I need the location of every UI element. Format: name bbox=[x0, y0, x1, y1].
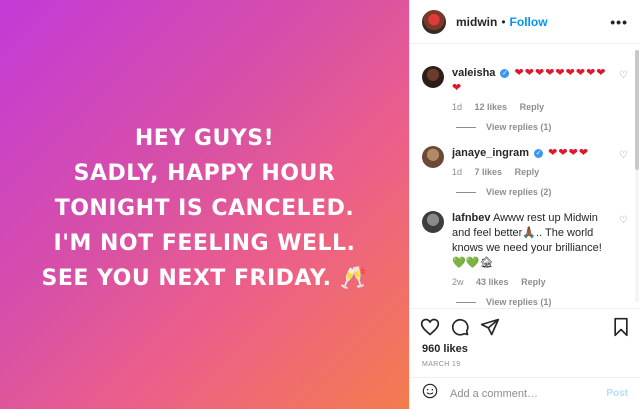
comment-item: lafnbev Awww rest up Midwin and feel bet… bbox=[410, 211, 640, 307]
comment-item: janaye_ingram ✓ ❤❤❤❤ 1d 7 likes Reply Vi… bbox=[410, 146, 640, 197]
reply-button[interactable]: Reply bbox=[520, 102, 545, 112]
comment-likes[interactable]: 12 likes bbox=[475, 102, 508, 112]
comment-meta: 2w 43 likes Reply bbox=[452, 277, 614, 287]
view-replies-button[interactable]: View replies (1) bbox=[456, 122, 614, 132]
view-replies-button[interactable]: View replies (1) bbox=[456, 297, 614, 307]
comment-age: 1d bbox=[452, 102, 463, 112]
add-comment-bar: Post bbox=[410, 377, 640, 409]
commenter-avatar[interactable] bbox=[422, 146, 444, 168]
share-paper-plane-icon[interactable] bbox=[480, 317, 500, 337]
view-replies-label: View replies (1) bbox=[486, 297, 552, 307]
comment-text: ❤❤❤❤ bbox=[548, 147, 590, 159]
comment-meta: 1d 7 likes Reply bbox=[452, 167, 614, 177]
caption-line: I'M NOT FEELING WELL. bbox=[53, 231, 356, 256]
author-username[interactable]: midwin bbox=[456, 15, 497, 29]
separator-dot: • bbox=[501, 14, 506, 29]
comment-like-heart-icon[interactable]: ♡ bbox=[619, 215, 628, 226]
scrollbar-thumb[interactable] bbox=[635, 50, 639, 170]
verified-badge-icon: ✓ bbox=[500, 68, 510, 78]
comment-body: janaye_ingram ✓ ❤❤❤❤ bbox=[452, 146, 614, 161]
caption-line: HEY GUYS! bbox=[134, 126, 275, 151]
caption-line: SEE YOU NEXT FRIDAY. 🥂 bbox=[41, 266, 368, 291]
commenter-avatar[interactable] bbox=[422, 211, 444, 233]
comment-meta: 1d 12 likes Reply bbox=[452, 102, 614, 112]
caption-line: SADLY, HAPPY HOUR bbox=[73, 161, 336, 186]
post-comment-button[interactable]: Post bbox=[606, 388, 628, 399]
likes-count[interactable]: 960 likes bbox=[410, 337, 640, 355]
comments-list: valeisha ✓ ❤❤❤❤❤❤❤❤❤❤ 1d 12 likes Reply … bbox=[410, 44, 640, 308]
caption-line: TONIGHT IS CANCELED. bbox=[54, 196, 355, 221]
reply-button[interactable]: Reply bbox=[515, 167, 540, 177]
save-bookmark-icon[interactable] bbox=[612, 317, 630, 337]
reply-button[interactable]: Reply bbox=[521, 277, 546, 287]
add-comment-input[interactable] bbox=[448, 386, 607, 401]
action-icon-row bbox=[410, 309, 640, 337]
comment-likes[interactable]: 43 likes bbox=[476, 277, 509, 287]
commenter-username[interactable]: janaye_ingram bbox=[452, 147, 529, 159]
follow-button[interactable]: Follow bbox=[510, 15, 548, 29]
comment-body: valeisha ✓ ❤❤❤❤❤❤❤❤❤❤ bbox=[452, 66, 614, 96]
author-avatar[interactable] bbox=[422, 9, 446, 34]
comment-like-heart-icon[interactable]: ♡ bbox=[619, 70, 628, 81]
replies-divider bbox=[456, 301, 476, 303]
post-caption-text: HEY GUYS! SADLY, HAPPY HOUR TONIGHT IS C… bbox=[41, 121, 367, 296]
comment-age: 2w bbox=[452, 277, 464, 287]
post-side-panel: midwin • Follow ••• valeisha ✓ ❤❤❤❤❤❤❤❤❤… bbox=[409, 0, 640, 409]
commenter-avatar[interactable] bbox=[422, 66, 444, 88]
comments-scrollbar[interactable] bbox=[635, 50, 639, 302]
view-replies-button[interactable]: View replies (2) bbox=[456, 187, 614, 197]
comment-age: 1d bbox=[452, 167, 463, 177]
replies-divider bbox=[456, 191, 476, 193]
post-image[interactable]: HEY GUYS! SADLY, HAPPY HOUR TONIGHT IS C… bbox=[0, 0, 409, 409]
replies-divider bbox=[456, 126, 476, 128]
comment-body: lafnbev Awww rest up Midwin and feel bet… bbox=[452, 211, 614, 271]
commenter-username[interactable]: valeisha bbox=[452, 67, 495, 79]
verified-badge-icon: ✓ bbox=[534, 148, 544, 158]
commenter-username[interactable]: lafnbev bbox=[452, 212, 491, 224]
comment-like-heart-icon[interactable]: ♡ bbox=[619, 150, 628, 161]
more-options-icon[interactable]: ••• bbox=[610, 14, 628, 30]
like-heart-icon[interactable] bbox=[420, 317, 440, 337]
post-date[interactable]: MARCH 19 bbox=[410, 355, 640, 368]
emoji-smiley-icon[interactable] bbox=[422, 383, 448, 404]
comment-likes[interactable]: 7 likes bbox=[475, 167, 503, 177]
comment-item: valeisha ✓ ❤❤❤❤❤❤❤❤❤❤ 1d 12 likes Reply … bbox=[410, 66, 640, 132]
post-header: midwin • Follow ••• bbox=[410, 0, 640, 44]
view-replies-label: View replies (2) bbox=[486, 187, 552, 197]
comment-bubble-icon[interactable] bbox=[450, 317, 470, 337]
view-replies-label: View replies (1) bbox=[486, 122, 552, 132]
